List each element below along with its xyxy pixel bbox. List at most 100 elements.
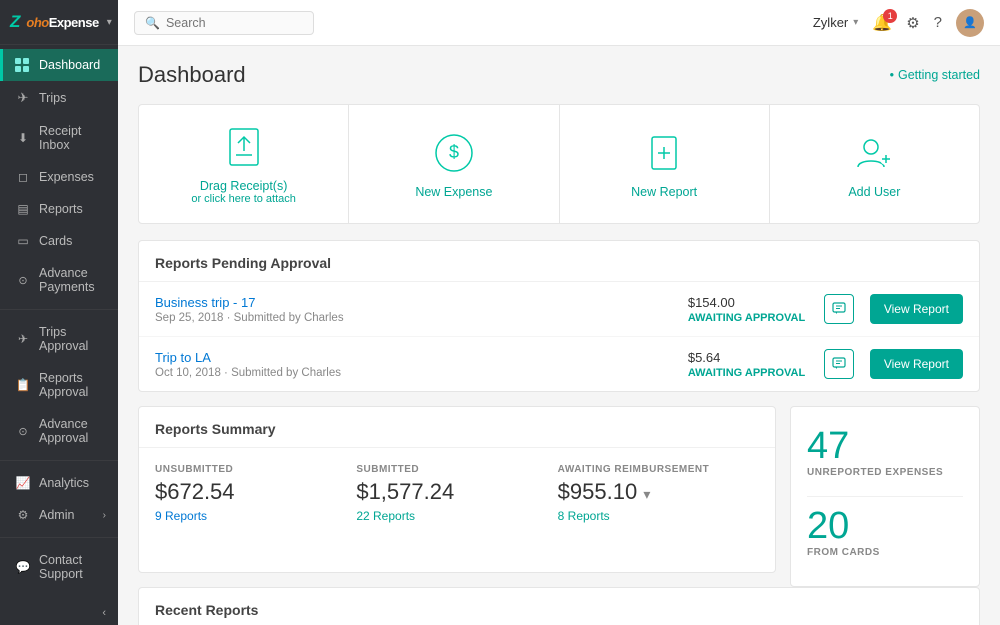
getting-started-bullet: • <box>890 68 894 82</box>
unreported-expenses-number: 47 <box>807 427 963 465</box>
search-input[interactable] <box>166 16 296 30</box>
new-report-icon <box>640 129 688 177</box>
sidebar-receipt-label: Receipt Inbox <box>39 124 106 152</box>
sidebar-item-dashboard[interactable]: Dashboard <box>0 49 118 81</box>
sidebar-dashboard-label: Dashboard <box>39 58 100 72</box>
sidebar-analytics-label: Analytics <box>39 476 89 490</box>
sidebar-nav: Dashboard ✈ Trips ⬇ Receipt Inbox ◻ Expe… <box>0 45 118 601</box>
logo-chevron: ▾ <box>107 17 112 28</box>
sidebar-item-contact-support[interactable]: 💬 Contact Support <box>0 544 118 590</box>
collapse-icon: ‹ <box>102 607 106 619</box>
add-user-icon <box>850 129 898 177</box>
approval-name-2[interactable]: Trip to LA <box>155 350 672 365</box>
topbar: 🔍 Zylker ▾ 🔔 1 ⚙ ? 👤 <box>118 0 1000 46</box>
new-expense-icon: $ <box>430 129 478 177</box>
drag-receipt-sublabel: or click here to attach <box>191 193 296 205</box>
awaiting-reimbursement-label: AWAITING REIMBURSEMENT <box>558 464 743 475</box>
sidebar-admin-label: Admin <box>39 508 74 522</box>
approval-info-2: Trip to LA Oct 10, 2018 · Submitted by C… <box>155 350 672 379</box>
sidebar-item-reports[interactable]: ▤ Reports <box>0 193 118 225</box>
sidebar-item-trips[interactable]: ✈ Trips <box>0 81 118 115</box>
approval-status-1: AWAITING APPROVAL <box>688 312 808 324</box>
app-logo[interactable]: Z ohoExpense ▾ <box>0 0 118 45</box>
from-cards-number: 20 <box>807 507 963 545</box>
approval-meta-1: Sep 25, 2018 · Submitted by Charles <box>155 312 672 324</box>
approval-amount-value-1: $154.00 <box>688 295 808 310</box>
approval-amount-1: $154.00 AWAITING APPROVAL <box>688 295 808 324</box>
reports-pending-section: Reports Pending Approval Business trip -… <box>138 240 980 392</box>
sidebar-advance-approval-label: Advance Approval <box>39 417 106 445</box>
analytics-icon: 📈 <box>15 476 31 490</box>
approval-meta-2: Oct 10, 2018 · Submitted by Charles <box>155 367 672 379</box>
help-icon[interactable]: ? <box>934 14 942 31</box>
sidebar-cards-label: Cards <box>39 234 72 248</box>
admin-icon: ⚙ <box>15 508 31 522</box>
view-report-button-1[interactable]: View Report <box>870 294 963 324</box>
awaiting-reimbursement-value: $955.10 ▾ <box>558 479 743 505</box>
page-title: Dashboard <box>138 62 246 88</box>
approval-row: Business trip - 17 Sep 25, 2018 · Submit… <box>139 282 979 337</box>
approval-name-1[interactable]: Business trip - 17 <box>155 295 672 310</box>
approval-comment-icon-1[interactable] <box>824 294 854 324</box>
recent-reports-title: Recent Reports <box>139 588 979 625</box>
cards-icon: ▭ <box>15 234 31 248</box>
view-report-button-2[interactable]: View Report <box>870 349 963 379</box>
sidebar-item-advance-payments[interactable]: ⊙ Advance Payments <box>0 257 118 303</box>
avatar[interactable]: 👤 <box>956 9 984 37</box>
summary-grid: Reports Summary UNSUBMITTED $672.54 9 Re… <box>138 406 980 587</box>
approval-comment-icon-2[interactable] <box>824 349 854 379</box>
awaiting-reimbursement-link[interactable]: 8 Reports <box>558 509 743 523</box>
sidebar-divider-2 <box>0 460 118 461</box>
receipt-inbox-icon: ⬇ <box>15 131 31 145</box>
sidebar-item-reports-approval[interactable]: 📋 Reports Approval <box>0 362 118 408</box>
sidebar-item-trips-approval[interactable]: ✈ Trips Approval <box>0 316 118 362</box>
sidebar-item-admin[interactable]: ⚙ Admin › <box>0 499 118 531</box>
unsubmitted-link[interactable]: 9 Reports <box>155 509 340 523</box>
from-cards-stat: 20 FROM CARDS <box>807 507 963 558</box>
summary-metrics: UNSUBMITTED $672.54 9 Reports SUBMITTED … <box>139 448 775 539</box>
trips-icon: ✈ <box>15 90 31 106</box>
add-user-card[interactable]: Add User <box>770 105 979 223</box>
from-cards-label: FROM CARDS <box>807 547 963 558</box>
new-report-label: New Report <box>631 185 697 199</box>
user-chevron-icon: ▾ <box>853 17 858 28</box>
submitted-label: SUBMITTED <box>356 464 541 475</box>
submitted-value: $1,577.24 <box>356 479 541 505</box>
approval-amount-value-2: $5.64 <box>688 350 808 365</box>
sidebar-item-expenses[interactable]: ◻ Expenses <box>0 161 118 193</box>
reports-pending-title: Reports Pending Approval <box>139 241 979 282</box>
unsubmitted-value: $672.54 <box>155 479 340 505</box>
notification-badge: 1 <box>883 9 897 23</box>
drag-receipt-card[interactable]: Drag Receipt(s) or click here to attach <box>139 105 349 223</box>
sidebar-item-analytics[interactable]: 📈 Analytics <box>0 467 118 499</box>
sidebar-reports-approval-label: Reports Approval <box>39 371 106 399</box>
sidebar-collapse-button[interactable]: ‹ <box>0 601 118 625</box>
side-stats-card: 47 UNREPORTED EXPENSES 20 FROM CARDS <box>790 406 980 587</box>
sidebar-expenses-label: Expenses <box>39 170 94 184</box>
content-area: Dashboard • Getting started Drag Receip <box>118 46 1000 625</box>
notification-bell[interactable]: 🔔 1 <box>872 13 892 33</box>
logo-text: ohoExpense <box>26 15 98 30</box>
trips-approval-icon: ✈ <box>15 332 31 346</box>
sidebar-item-advance-approval[interactable]: ⊙ Advance Approval <box>0 408 118 454</box>
sidebar-divider-1 <box>0 309 118 310</box>
getting-started-link[interactable]: • Getting started <box>890 68 980 82</box>
search-icon: 🔍 <box>145 16 160 30</box>
approval-status-2: AWAITING APPROVAL <box>688 367 808 379</box>
new-expense-card[interactable]: $ New Expense <box>349 105 559 223</box>
new-report-card[interactable]: New Report <box>560 105 770 223</box>
user-name: Zylker <box>813 15 848 30</box>
new-expense-label: New Expense <box>415 185 492 199</box>
reports-summary-title: Reports Summary <box>139 407 775 448</box>
submitted-metric: SUBMITTED $1,577.24 22 Reports <box>356 464 557 523</box>
settings-icon[interactable]: ⚙ <box>906 14 919 32</box>
sidebar-item-receipt-inbox[interactable]: ⬇ Receipt Inbox <box>0 115 118 161</box>
reports-approval-icon: 📋 <box>15 378 31 392</box>
topbar-user[interactable]: Zylker ▾ <box>813 15 858 30</box>
drag-receipt-icon <box>220 123 268 171</box>
submitted-link[interactable]: 22 Reports <box>356 509 541 523</box>
sidebar-item-cards[interactable]: ▭ Cards <box>0 225 118 257</box>
getting-started-label: Getting started <box>898 68 980 82</box>
sidebar-trips-approval-label: Trips Approval <box>39 325 106 353</box>
search-box[interactable]: 🔍 <box>134 11 314 35</box>
